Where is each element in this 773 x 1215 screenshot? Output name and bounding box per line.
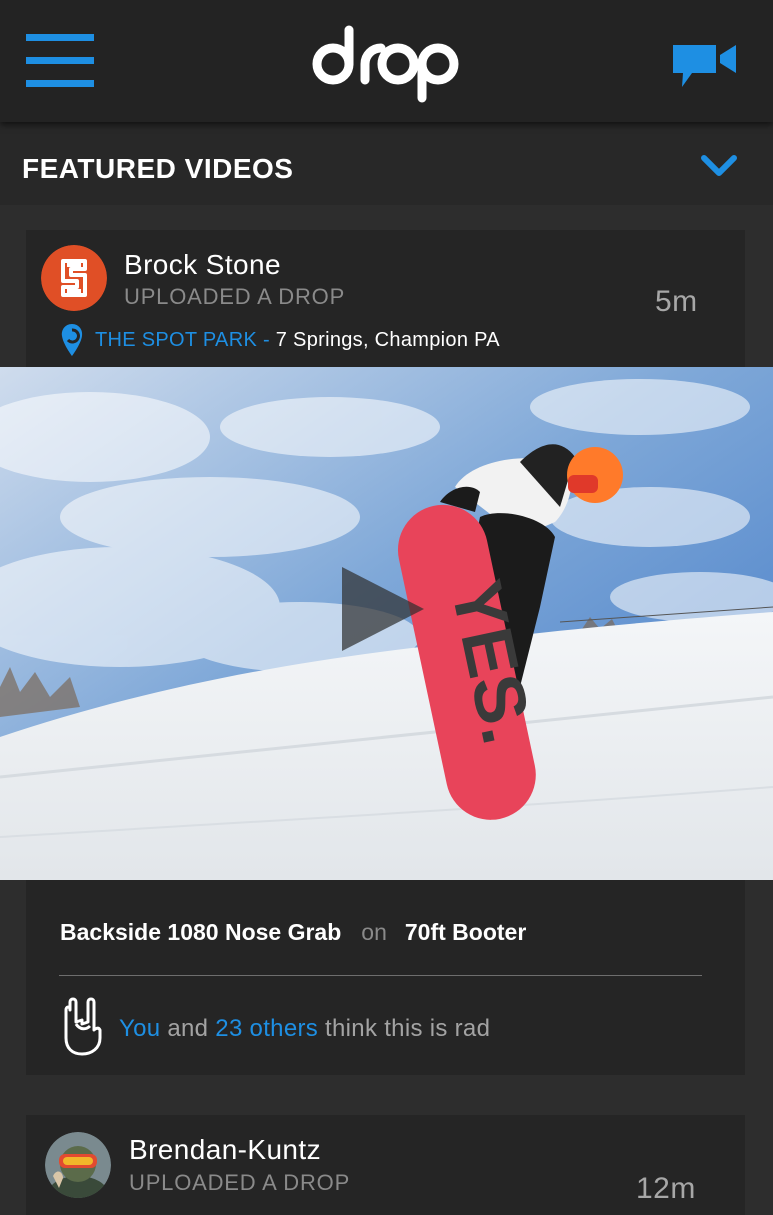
- user-name[interactable]: Brock Stone: [124, 249, 281, 281]
- user-name[interactable]: Brendan-Kuntz: [129, 1134, 321, 1166]
- action-label: UPLOADED A DROP: [124, 284, 346, 309]
- rad-reactions: You and 23 others think this is rad: [119, 1014, 490, 1044]
- location-line[interactable]: THE SPOT PARK - 7 Springs, Champion PA: [95, 328, 500, 352]
- section-title: FEATURED VIDEOS: [22, 153, 294, 184]
- location-separator: -: [262, 329, 270, 351]
- divider: [59, 975, 702, 976]
- feature-name[interactable]: 70ft Booter: [405, 919, 526, 945]
- brand-logo-icon: [41, 245, 107, 311]
- user-photo: [45, 1132, 111, 1198]
- rad-you-link[interactable]: You: [119, 1015, 160, 1042]
- video-camera-icon[interactable]: [670, 40, 738, 90]
- hamburger-menu-icon[interactable]: [26, 34, 94, 88]
- top-app-bar: [0, 0, 773, 122]
- location-pin-icon: [61, 324, 83, 356]
- rad-and: and: [167, 1015, 209, 1042]
- trick-name[interactable]: Backside 1080 Nose Grab: [60, 919, 341, 945]
- post-time: 5m: [655, 285, 698, 318]
- action-label: UPLOADED A DROP: [129, 1170, 351, 1195]
- location-park[interactable]: THE SPOT PARK: [95, 329, 257, 351]
- connector-word: on: [361, 919, 387, 945]
- avatar[interactable]: [45, 1132, 111, 1198]
- location-place: 7 Springs, Champion PA: [275, 329, 500, 351]
- avatar[interactable]: [41, 245, 107, 311]
- play-icon[interactable]: [340, 565, 426, 653]
- chevron-down-icon[interactable]: [700, 152, 738, 180]
- rock-hand-icon[interactable]: [62, 996, 104, 1056]
- rad-others-link[interactable]: 23 others: [215, 1015, 318, 1042]
- post-time: 12m: [636, 1172, 696, 1205]
- rad-tail: think this is rad: [325, 1015, 491, 1042]
- trick-info: Backside 1080 Nose Grab on 70ft Booter: [60, 917, 526, 947]
- drop-logo: [312, 25, 459, 103]
